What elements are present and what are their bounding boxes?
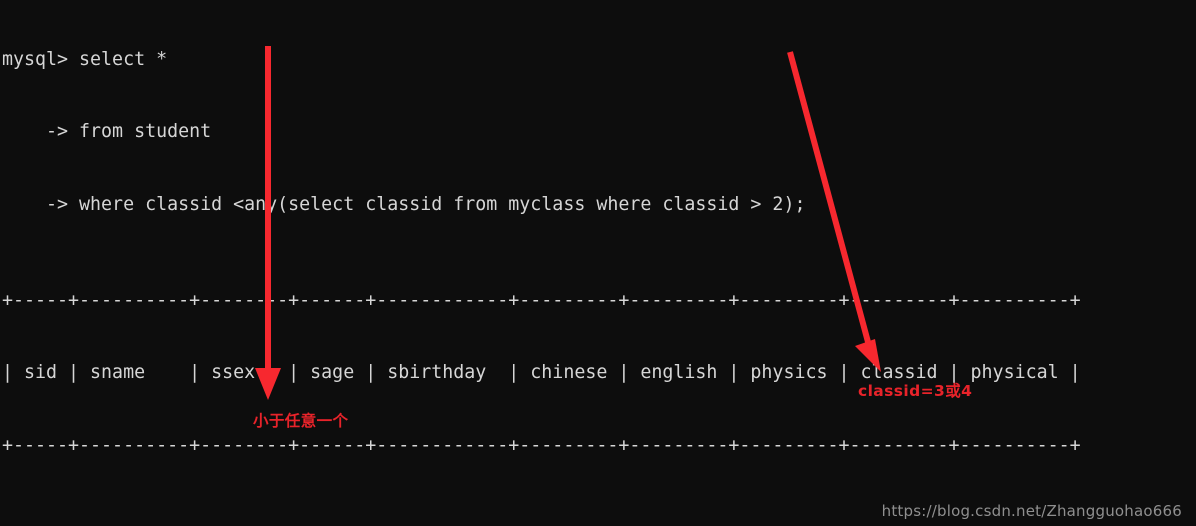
table-header-row: | sid | sname | ssex | sage | sbirthday … (2, 362, 1081, 384)
watermark-text: https://blog.csdn.net/Zhangguohao666 (881, 502, 1182, 520)
query-line-2: -> from student (2, 121, 212, 143)
table-border-top: +-----+----------+--------+------+------… (2, 290, 1081, 312)
query-line-3: -> where classid <any(select classid fro… (2, 193, 806, 215)
terminal-output[interactable]: mysql> select * -> from student -> where… (0, 0, 1196, 526)
query-line-1: mysql> select * (2, 49, 168, 71)
terminal-window: mysql> select * -> from student -> where… (0, 0, 1196, 526)
table-border-header: +-----+----------+--------+------+------… (2, 434, 1081, 456)
